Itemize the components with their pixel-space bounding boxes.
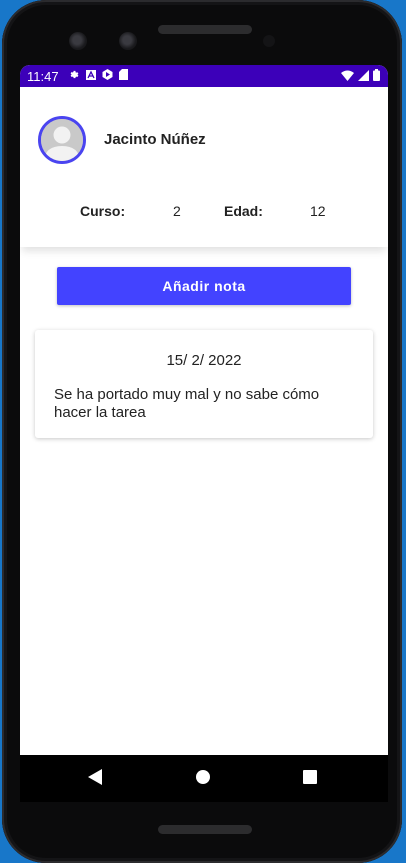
play-icon <box>102 69 113 83</box>
recents-icon[interactable] <box>303 770 317 784</box>
course-value: 2 <box>173 203 181 219</box>
gear-icon <box>69 69 80 83</box>
status-notification-icons <box>69 69 128 83</box>
student-header: Jacinto Núñez Curso: 2 Edad: 12 <box>20 87 388 247</box>
front-camera-icon <box>69 32 87 50</box>
note-card[interactable]: 15/ 2/ 2022 Se ha portado muy mal y no s… <box>35 330 373 438</box>
wifi-icon <box>341 69 354 84</box>
status-time: 11:47 <box>27 68 59 84</box>
add-note-button[interactable]: Añadir nota <box>57 267 351 305</box>
signal-icon <box>358 69 369 84</box>
navigation-bar <box>20 755 388 802</box>
top-speaker <box>158 25 252 34</box>
note-date: 15/ 2/ 2022 <box>166 352 242 369</box>
home-icon[interactable] <box>196 770 210 784</box>
sensor-icon <box>119 32 137 50</box>
sd-card-icon <box>118 69 128 83</box>
bottom-speaker <box>158 825 252 834</box>
font-icon <box>85 69 96 83</box>
student-name: Jacinto Núñez <box>104 131 206 148</box>
age-value: 12 <box>310 203 326 219</box>
status-system-icons <box>341 68 380 84</box>
back-icon[interactable] <box>88 769 102 790</box>
battery-icon <box>373 68 380 84</box>
avatar[interactable] <box>38 116 86 164</box>
age-label: Edad: <box>224 203 263 219</box>
status-bar: 11:47 <box>20 65 388 87</box>
course-label: Curso: <box>80 203 126 219</box>
note-text: Se ha portado muy mal y no sabe cómo hac… <box>54 386 320 421</box>
proximity-sensor-icon <box>263 35 275 47</box>
app-screen: 11:47 Jacinto Núñez Curso: 2 Edad: 12 Añ… <box>20 65 388 802</box>
person-icon <box>41 119 83 161</box>
